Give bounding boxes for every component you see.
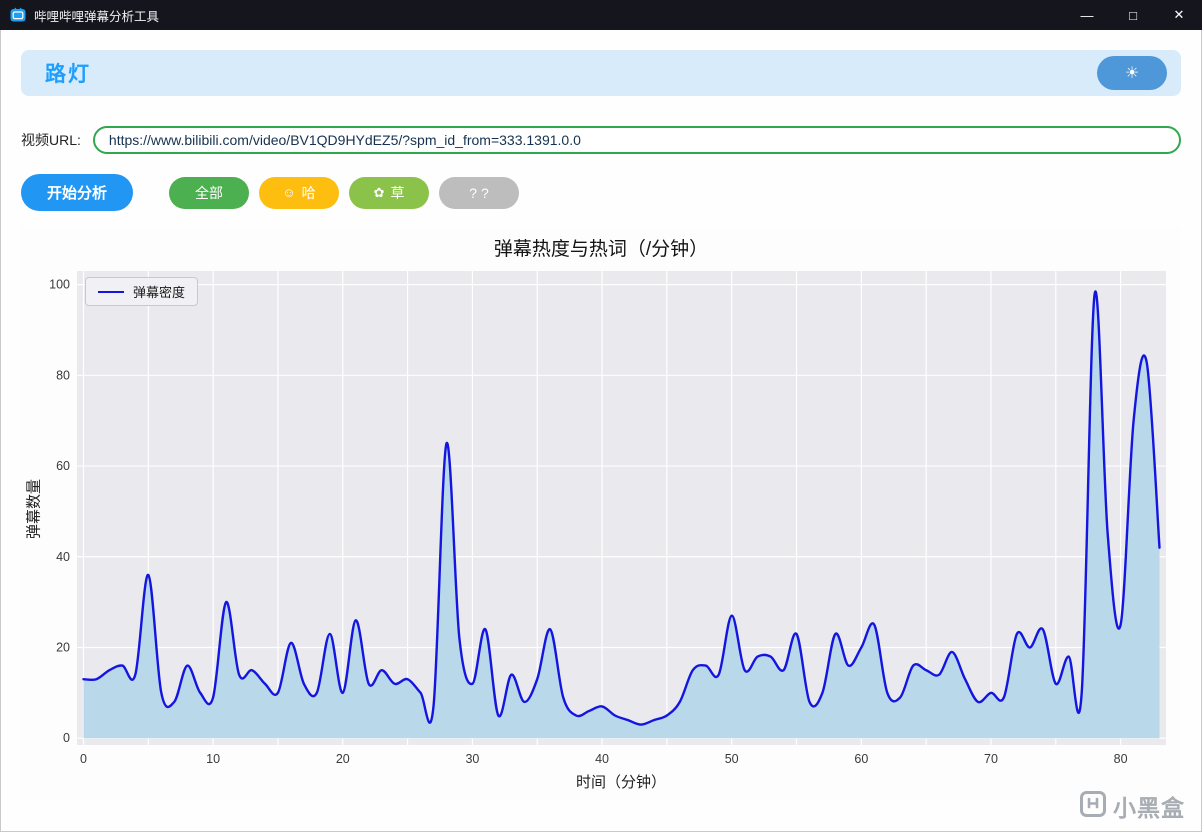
y-tick-label: 100	[49, 278, 70, 292]
toolbar: 开始分析 全部 ☺ 哈 ✿ 草 ? ?	[21, 174, 1181, 211]
chart-title: 弹幕热度与热词（/分钟）	[493, 239, 709, 260]
smile-icon: ☺	[282, 185, 296, 200]
legend-label: 弹幕密度	[133, 285, 186, 300]
close-button[interactable]: ✕	[1156, 0, 1202, 30]
window-title: 哔哩哔哩弹幕分析工具	[34, 9, 160, 24]
bilibili-app-icon	[10, 7, 26, 23]
filter-button-unknown[interactable]: ? ?	[439, 176, 520, 209]
y-tick-label: 60	[56, 459, 70, 473]
x-tick-label: 50	[725, 752, 739, 766]
chart-card: 弹幕热度与热词（/分钟） 0 10 20 30 40 50 60 70 80 0 20 40 60 80 1…	[21, 227, 1181, 800]
minimize-button[interactable]: —	[1064, 0, 1110, 30]
x-tick-label: 60	[854, 752, 868, 766]
window-controls: — □ ✕	[1064, 0, 1202, 30]
plot-area: 0 10 20 30 40 50 60 70 80 0 20 40 60 80 100 弹幕数量 弹幕密度	[26, 267, 1169, 772]
plot-background	[77, 271, 1166, 745]
main-content: 路灯 ☀ 视频URL: 开始分析 全部 ☺ 哈 ✿ 草 ? ? 弹幕热度与热词（…	[0, 30, 1202, 832]
filter-button-all[interactable]: 全部	[169, 176, 250, 209]
filter-button-cao[interactable]: ✿ 草	[349, 176, 430, 209]
x-tick-label: 20	[336, 752, 350, 766]
danmaku-density-chart: 0 10 20 30 40 50 60 70 80 0 20 40 60 80 100	[49, 271, 1166, 766]
y-axis-label: 弹幕数量	[25, 479, 43, 540]
legend-line-sample	[98, 290, 124, 293]
header-bar: 路灯 ☀	[21, 50, 1181, 96]
x-tick-label: 70	[984, 752, 998, 766]
filter-button-ha[interactable]: ☺ 哈	[259, 176, 340, 209]
chart-legend: 弹幕密度	[85, 277, 199, 306]
titlebar: 哔哩哔哩弹幕分析工具 — □ ✕	[0, 0, 1202, 30]
maximize-button[interactable]: □	[1110, 0, 1156, 30]
heybox-watermark: 小黑盒	[1079, 789, 1185, 823]
theme-toggle-button[interactable]: ☀	[1097, 56, 1167, 90]
url-label: 视频URL:	[21, 132, 81, 148]
grass-icon: ✿	[373, 184, 385, 200]
sun-icon: ☀	[1124, 65, 1140, 82]
x-axis-label: 时间（分钟）	[575, 774, 666, 791]
x-tick-label: 30	[465, 752, 479, 766]
url-input[interactable]	[92, 126, 1181, 154]
url-row: 视频URL:	[21, 126, 1181, 154]
heybox-logo-icon	[1079, 790, 1107, 823]
filter-label-cao: 草	[390, 184, 405, 201]
x-tick-label: 40	[595, 752, 609, 766]
y-tick-label: 80	[56, 368, 70, 382]
x-tick-label: 10	[206, 752, 220, 766]
y-tick-label: 20	[56, 640, 70, 654]
y-tick-label: 40	[56, 550, 70, 564]
analyze-button[interactable]: 开始分析	[21, 174, 134, 211]
filter-label-ha: 哈	[301, 184, 316, 201]
y-tick-label: 0	[63, 731, 70, 745]
x-tick-label: 80	[1114, 752, 1128, 766]
brand-title: 路灯	[45, 63, 91, 86]
watermark-text: 小黑盒	[1113, 795, 1185, 821]
x-tick-label: 0	[80, 752, 87, 766]
